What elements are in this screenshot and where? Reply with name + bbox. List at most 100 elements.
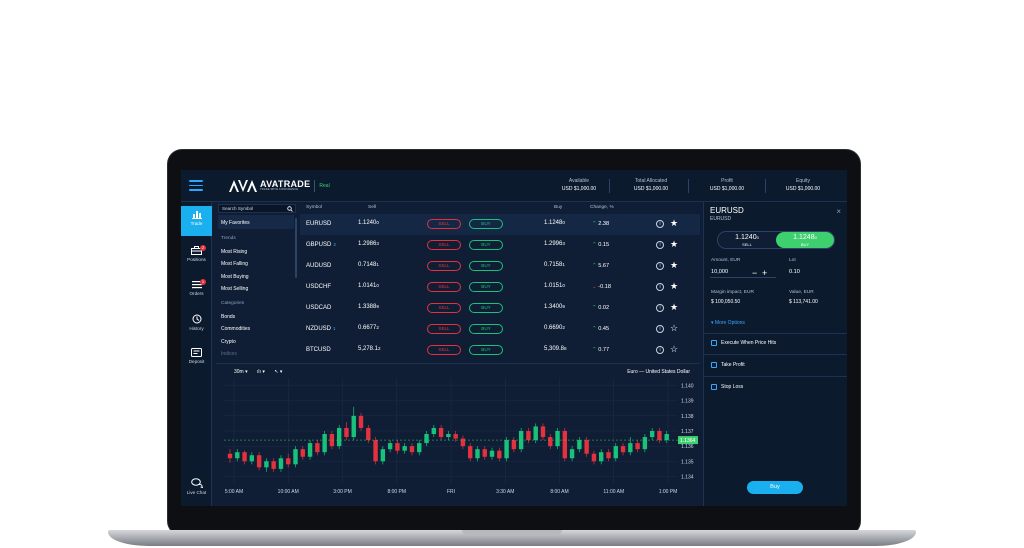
arrow-up-icon: ⌃ <box>592 326 597 332</box>
table-row[interactable]: AUDUSD 0.71481 SELL BUY 0.71581 ⌃ 5.67 i ★ <box>300 256 700 277</box>
candle-body <box>642 437 648 450</box>
value-label: Value, EUR <box>789 290 814 295</box>
hamburger-menu-icon[interactable] <box>189 180 203 191</box>
info-icon[interactable]: i <box>656 283 664 291</box>
nav-orders[interactable]: Orders 1 <box>181 276 212 306</box>
info-icon[interactable]: i <box>656 220 664 228</box>
amount-field[interactable]: 10,000 <box>711 269 728 275</box>
category-commodities[interactable]: Commodities <box>221 326 250 332</box>
buy-button[interactable]: BUY <box>469 324 503 334</box>
trend-most-selling[interactable]: Most Selling <box>221 286 248 292</box>
buy-price: 0.66902 <box>544 325 565 331</box>
info-icon[interactable]: i <box>656 262 664 270</box>
stop-loss-checkbox[interactable] <box>711 384 717 390</box>
price-chart[interactable]: 30m ▾ ılı ▾ ↖ ▾ Euro — United States Dol… <box>216 363 700 506</box>
trend-most-buying[interactable]: Most Buying <box>221 274 249 280</box>
star-filled-icon[interactable]: ★ <box>670 260 678 271</box>
sell-button[interactable]: SELL <box>427 345 461 355</box>
table-row[interactable]: USDCHF 1.01410 SELL BUY 1.01510 ⌄ -0.18 i ★ <box>300 277 700 298</box>
buy-button[interactable]: BUY <box>469 303 503 313</box>
sell-button[interactable]: SELL <box>427 261 461 271</box>
symbol-name: NZDUSD <box>306 326 331 332</box>
sell-button[interactable]: SELL <box>427 282 461 292</box>
buy-button[interactable]: BUY <box>469 240 503 250</box>
candle-body <box>599 452 604 462</box>
table-row[interactable]: BTCUSD 5,278.12 SELL BUY 5,309.88 ⌃ 0.77 i ☆ <box>300 340 700 361</box>
candle-body <box>424 434 429 444</box>
sell-price-main: 0.6677 <box>358 325 377 331</box>
buy-button[interactable]: BUY <box>469 219 503 229</box>
candle-body <box>511 440 517 450</box>
stat-label: Total Allocated <box>634 178 668 184</box>
symbol-cell: BTCUSD <box>306 347 333 353</box>
star-outline-icon[interactable]: ☆ <box>670 344 678 355</box>
toggle-sell[interactable]: 1.12400 SELL <box>718 232 776 248</box>
toggle-buy-price: 1.1248 <box>793 234 815 241</box>
sell-button[interactable]: SELL <box>427 240 461 250</box>
buy-button[interactable]: BUY <box>469 261 503 271</box>
trend-most-falling[interactable]: Most Falling <box>221 261 248 267</box>
account-mode-badge[interactable]: Real <box>319 183 329 189</box>
category-bonds[interactable]: Bonds <box>221 314 235 320</box>
category-crypto[interactable]: Crypto <box>221 339 236 345</box>
table-row[interactable]: NZDUSD 1 0.66772 SELL BUY 0.66902 ⌃ 0.45 i ☆ <box>300 319 700 340</box>
chart-canvas: 5:00 AM 10:00 AM 3:00 PM 8:00 PM FRI 3:30 AM 8… <box>224 378 698 495</box>
more-options-link[interactable]: ▾ More Options <box>711 320 745 326</box>
symbol-cell: AUDUSD <box>306 263 333 269</box>
close-icon[interactable]: × <box>836 207 841 216</box>
stat-label: Equity <box>796 178 810 184</box>
change-cell: ⌃ 0.15 <box>592 242 609 248</box>
category-favorites[interactable]: My Favorites <box>221 220 250 226</box>
info-icon[interactable]: i <box>656 346 664 354</box>
nav-positions[interactable]: Positions 2 <box>181 242 212 272</box>
nav-deposit[interactable]: Deposit <box>181 344 212 374</box>
star-filled-icon[interactable]: ★ <box>670 239 678 250</box>
star-filled-icon[interactable]: ★ <box>670 218 678 229</box>
table-row[interactable]: EURUSD 1.12400 SELL BUY 1.12480 ⌃ 2.38 i ★ <box>300 214 700 235</box>
sell-button[interactable]: SELL <box>427 303 461 313</box>
symbol-name: EURUSD <box>306 221 332 227</box>
search-input[interactable]: Search Symbol <box>218 204 296 213</box>
divider <box>314 180 316 192</box>
star-outline-icon[interactable]: ☆ <box>670 323 678 334</box>
toggle-buy[interactable]: 1.12480 BUY <box>776 232 834 248</box>
table-row[interactable]: USDCAD 1.33889 SELL BUY 1.34009 ⌃ 0.02 i ★ <box>300 298 700 319</box>
nav-live-chat[interactable]: Live Chat <box>181 474 212 504</box>
x-tick-label: 10:00 AM <box>278 489 299 495</box>
divider <box>704 376 847 377</box>
candle-body <box>417 443 422 453</box>
nav-history[interactable]: History <box>181 310 212 340</box>
buy-button[interactable]: BUY <box>469 282 503 292</box>
nav-trade[interactable]: Trade <box>181 206 212 236</box>
buy-price-main: 0.6690 <box>544 325 563 331</box>
x-tick-label: 3:00 PM <box>333 489 352 495</box>
scrollbar[interactable] <box>295 218 297 278</box>
info-icon[interactable]: i <box>656 325 664 333</box>
execute-when-price-hits-checkbox[interactable] <box>711 340 717 346</box>
star-filled-icon[interactable]: ★ <box>670 302 678 313</box>
info-icon[interactable]: i <box>656 241 664 249</box>
buy-price-pip: 0 <box>562 220 565 225</box>
lot-value[interactable]: 0.10 <box>789 269 800 275</box>
divider <box>688 179 689 193</box>
candle-body <box>453 434 458 439</box>
sell-buy-toggle[interactable]: 1.12400 SELL 1.12480 BUY <box>717 231 835 249</box>
toggle-sell-label: SELL <box>742 242 752 247</box>
sell-button[interactable]: SELL <box>427 324 461 334</box>
category-indices[interactable]: Indices <box>221 351 237 357</box>
sell-button[interactable]: SELL <box>427 219 461 229</box>
table-row[interactable]: GBPUSD 2 1.29863 SELL BUY 1.29963 ⌃ 0.15 i ★ <box>300 235 700 256</box>
buy-button[interactable]: Buy <box>747 481 803 494</box>
candle-body <box>540 426 546 438</box>
buy-button[interactable]: BUY <box>469 345 503 355</box>
candle-body <box>286 458 291 465</box>
star-filled-icon[interactable]: ★ <box>670 281 678 292</box>
take-profit-checkbox[interactable] <box>711 362 717 368</box>
arrow-up-icon: ⌃ <box>592 305 597 311</box>
x-tick-label: 8:00 AM <box>550 489 568 495</box>
toggle-sell-pip: 0 <box>756 235 759 240</box>
info-icon[interactable]: i <box>656 304 664 312</box>
trend-most-rising[interactable]: Most Rising <box>221 249 247 255</box>
candle-body <box>249 455 255 462</box>
candle-body <box>628 443 633 453</box>
